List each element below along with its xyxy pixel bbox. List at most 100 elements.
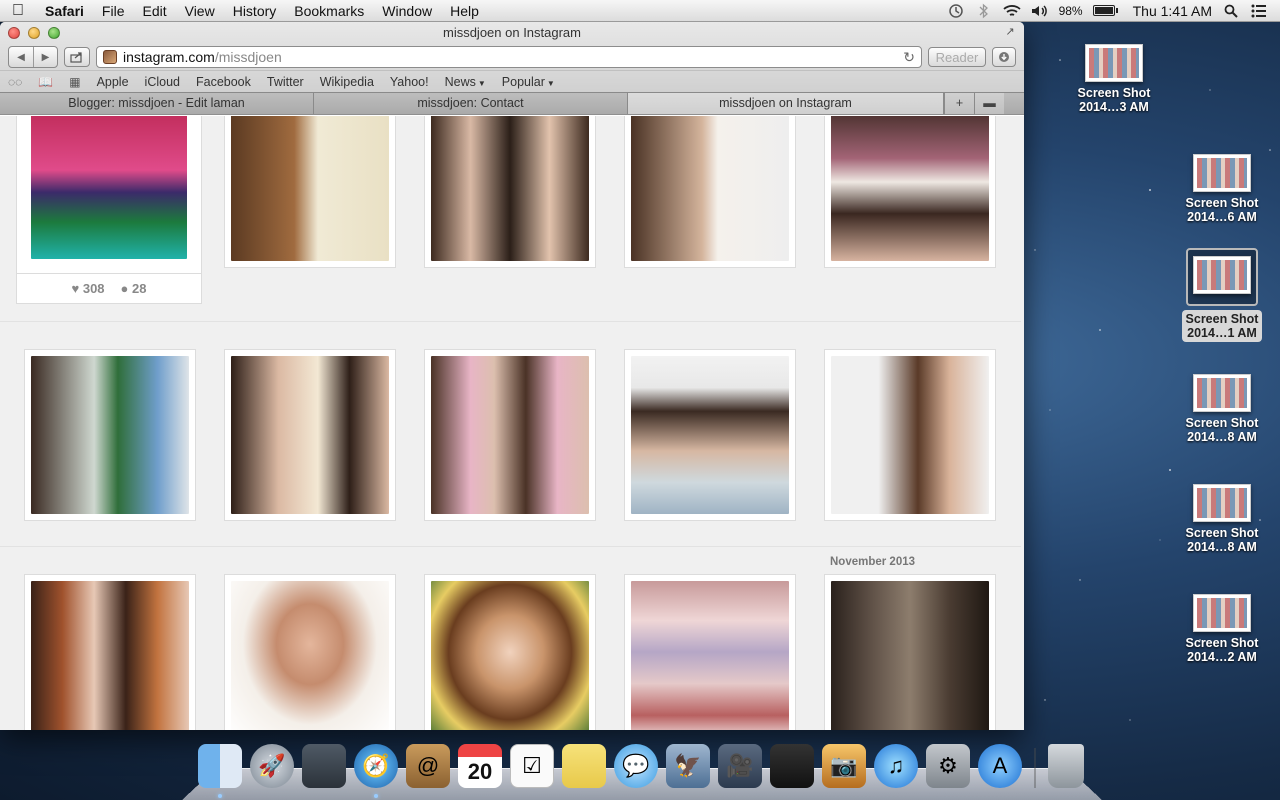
menu-help[interactable]: Help (441, 0, 488, 22)
photo-post[interactable] (624, 349, 796, 521)
bookmark-folder-news[interactable]: News ▼ (445, 75, 486, 89)
new-tab-button[interactable]: + (944, 93, 974, 114)
download-icon (999, 52, 1009, 62)
top-sites-grid-icon[interactable]: ▦ (69, 75, 80, 89)
photo-post[interactable] (624, 574, 796, 730)
post-image (231, 581, 389, 730)
trash-icon[interactable] (1048, 744, 1084, 788)
window-title: missdjoen on Instagram (442, 25, 581, 40)
downloads-button[interactable] (992, 47, 1016, 67)
post-image (831, 356, 989, 514)
close-window-button[interactable] (8, 27, 20, 39)
apple-menu-icon[interactable]:  (0, 2, 36, 20)
desktop-file-screenshot[interactable]: Screen Shot 2014…8 AM (1172, 374, 1272, 444)
bookmark-folder-popular-label: Popular (501, 74, 545, 89)
post-image (631, 581, 789, 730)
menu-window[interactable]: Window (373, 0, 441, 22)
photo-post[interactable] (824, 116, 996, 268)
battery-icon[interactable] (1092, 5, 1118, 16)
reader-button[interactable]: Reader (928, 47, 986, 67)
desktop-file-screenshot-selected[interactable]: Screen Shot 2014…1 AM (1172, 248, 1272, 342)
facetime-icon[interactable]: 🎥 (718, 744, 762, 788)
tab-bar: Blogger: missdjoen - Edit laman missdjoe… (0, 92, 1024, 114)
notification-center-icon[interactable] (1250, 3, 1268, 19)
bookmark-yahoo[interactable]: Yahoo! (390, 75, 429, 89)
menu-history[interactable]: History (224, 0, 286, 22)
mail-icon[interactable]: 🦅 (666, 744, 710, 788)
menu-view[interactable]: View (176, 0, 224, 22)
month-label: November 2013 (830, 556, 916, 568)
bookmark-icloud[interactable]: iCloud (145, 75, 180, 89)
post-image (431, 116, 589, 261)
menu-bookmarks[interactable]: Bookmarks (285, 0, 373, 22)
history-navigation: ◀ ▶ (8, 46, 58, 68)
photo-post[interactable] (424, 116, 596, 268)
menu-file[interactable]: File (93, 0, 134, 22)
notes-icon[interactable] (562, 744, 606, 788)
tab-overview-icon[interactable]: ▬ (974, 93, 1004, 114)
photo-post[interactable] (224, 349, 396, 521)
desktop-file-screenshot[interactable]: Screen Shot 2014…6 AM (1172, 154, 1272, 224)
time-machine-icon[interactable] (947, 3, 965, 19)
photo-post[interactable] (824, 574, 996, 730)
fullscreen-icon[interactable]: ↗ (1004, 26, 1016, 38)
menu-clock[interactable]: Thu 1:41 AM (1133, 3, 1212, 19)
post-image (631, 116, 789, 261)
post-stats: ♥ 308 ● 28 (16, 274, 202, 304)
contacts-icon[interactable]: @ (406, 744, 450, 788)
zoom-window-button[interactable] (48, 27, 60, 39)
post-image (31, 581, 189, 730)
likes-count: ♥ 308 (72, 281, 105, 296)
bookmark-apple[interactable]: Apple (97, 75, 129, 89)
safari-icon[interactable]: 🧭 (354, 744, 398, 798)
photo-post[interactable] (24, 574, 196, 730)
finder-icon[interactable] (198, 744, 242, 798)
photo-post[interactable] (224, 116, 396, 268)
messages-icon[interactable]: 💬 (614, 744, 658, 788)
bookmark-facebook[interactable]: Facebook (196, 75, 251, 89)
forward-button[interactable]: ▶ (33, 47, 57, 67)
tab-instagram[interactable]: missdjoen on Instagram (628, 93, 944, 114)
post-image (831, 116, 989, 261)
photo-post[interactable] (824, 349, 996, 521)
wifi-icon[interactable] (1002, 3, 1021, 19)
itunes-icon[interactable]: ♫ (874, 744, 918, 788)
screenshot-thumbnail-icon (1193, 484, 1251, 522)
desktop-file-screenshot[interactable]: Screen Shot 2014…2 AM (1172, 594, 1272, 664)
photo-post[interactable] (16, 116, 202, 274)
reading-list-icon[interactable]: ◌◌ (8, 75, 22, 89)
tab-blogger[interactable]: Blogger: missdjoen - Edit laman (0, 93, 314, 114)
menu-edit[interactable]: Edit (133, 0, 175, 22)
photo-post[interactable] (24, 349, 196, 521)
volume-icon[interactable] (1031, 3, 1049, 19)
menu-app-name[interactable]: Safari (36, 0, 93, 22)
desktop-file-screenshot[interactable]: Screen Shot 2014…8 AM (1172, 484, 1272, 554)
bluetooth-icon[interactable] (975, 3, 993, 19)
photo-booth-icon[interactable] (770, 744, 814, 788)
minimize-window-button[interactable] (28, 27, 40, 39)
reload-icon[interactable]: ↻ (903, 49, 915, 66)
photo-post[interactable] (624, 116, 796, 268)
iphoto-icon[interactable]: 📷 (822, 744, 866, 788)
bookmarks-book-icon[interactable]: 📖 (38, 75, 53, 89)
bookmark-folder-popular[interactable]: Popular ▼ (502, 75, 555, 89)
scrollbar[interactable] (1012, 116, 1024, 730)
app-store-icon[interactable]: A (978, 744, 1022, 788)
bookmark-twitter[interactable]: Twitter (267, 75, 304, 89)
desktop-file-screenshot[interactable]: Screen Shot 2014…3 AM (1064, 44, 1164, 114)
tab-contact[interactable]: missdjoen: Contact (314, 93, 628, 114)
address-bar[interactable]: instagram.com/missdjoen ↻ (96, 46, 922, 68)
photo-post[interactable] (224, 574, 396, 730)
launchpad-icon[interactable]: 🚀 (250, 744, 294, 788)
photo-post[interactable] (424, 574, 596, 730)
battery-percent: 98% (1058, 3, 1083, 18)
spotlight-search-icon[interactable] (1222, 3, 1240, 19)
system-preferences-icon[interactable]: ⚙ (926, 744, 970, 788)
back-button[interactable]: ◀ (9, 47, 33, 67)
bookmark-wikipedia[interactable]: Wikipedia (320, 75, 374, 89)
mission-control-icon[interactable] (302, 744, 346, 788)
share-button[interactable] (64, 47, 90, 67)
photo-post[interactable] (424, 349, 596, 521)
calendar-icon[interactable]: 20 (458, 744, 502, 788)
reminders-icon[interactable]: ☑ (510, 744, 554, 788)
